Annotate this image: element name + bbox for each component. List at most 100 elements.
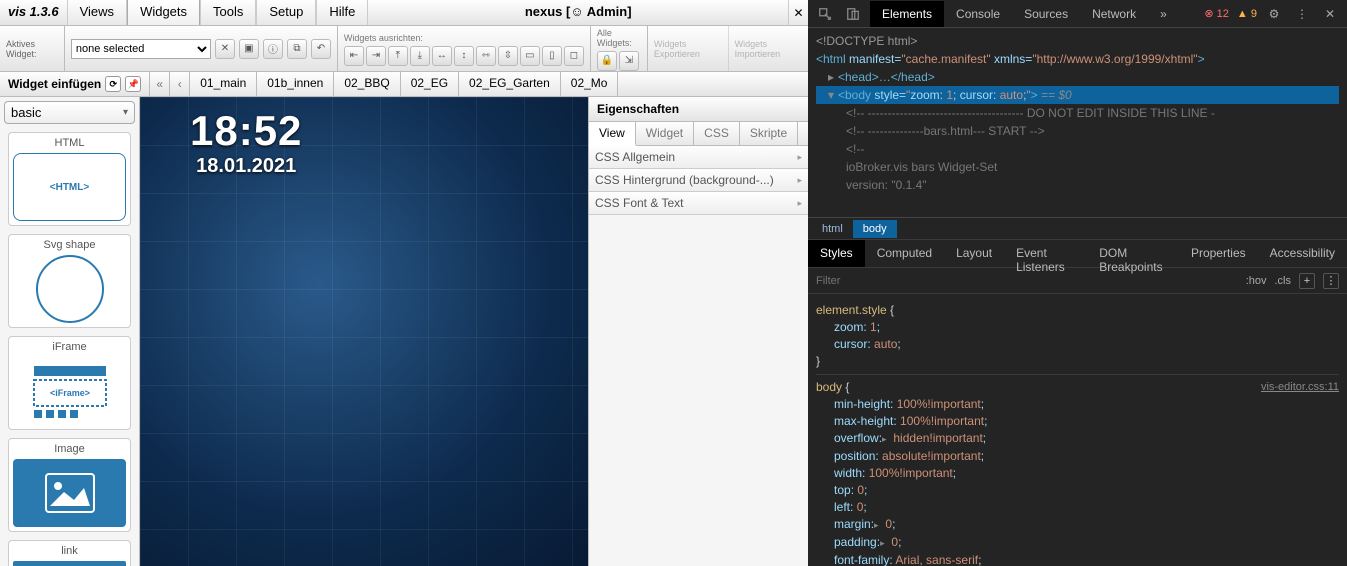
align-hcenter-icon[interactable]: ↔ bbox=[432, 46, 452, 66]
svg-text:<iFrame>: <iFrame> bbox=[49, 388, 89, 398]
info-icon[interactable]: ⓘ bbox=[263, 39, 283, 59]
prop-tab-view[interactable]: View bbox=[589, 122, 636, 146]
acc-css-hintergrund[interactable]: CSS Hintergrund (background-...) bbox=[589, 169, 808, 192]
nav-first-icon[interactable]: « bbox=[150, 72, 170, 96]
stab-styles[interactable]: Styles bbox=[808, 240, 865, 267]
close-icon[interactable]: ✕ bbox=[788, 0, 808, 25]
active-widget-label: Aktives Widget: bbox=[6, 39, 58, 59]
menu-setup[interactable]: Setup bbox=[256, 0, 316, 25]
stab-layout[interactable]: Layout bbox=[944, 240, 1004, 267]
copy-icon[interactable]: ⧉ bbox=[287, 39, 307, 59]
selected-node[interactable]: ▾<body style="zoom: 1; cursor: auto;"> =… bbox=[816, 86, 1339, 104]
dist-v-icon[interactable]: ⇳ bbox=[498, 46, 518, 66]
bc-body[interactable]: body bbox=[853, 220, 897, 238]
export-button[interactable]: Widgets Exportieren bbox=[648, 26, 729, 71]
devtab-network[interactable]: Network bbox=[1080, 1, 1148, 27]
properties-panel: Eigenschaften View Widget CSS Skripte CS… bbox=[588, 97, 808, 566]
devtools-topbar: Elements Console Sources Network » ⊗ 12 … bbox=[808, 0, 1347, 28]
refresh-icon[interactable]: ⟳ bbox=[105, 76, 121, 92]
devtab-console[interactable]: Console bbox=[944, 1, 1012, 27]
view-tab-01b-innen[interactable]: 01b_innen bbox=[257, 72, 334, 96]
widget-palette: basic HTML <HTML> Svg shape iFrame <iFra… bbox=[0, 97, 140, 566]
delete-widget-icon[interactable]: ✕ bbox=[215, 39, 235, 59]
prop-tab-css[interactable]: CSS bbox=[694, 122, 740, 145]
palette-svg-shape[interactable]: Svg shape bbox=[8, 234, 131, 328]
menu-widgets[interactable]: Widgets bbox=[127, 0, 200, 25]
prop-tab-widget[interactable]: Widget bbox=[636, 122, 694, 145]
same-size-icon[interactable]: ◻ bbox=[564, 46, 584, 66]
bc-html[interactable]: html bbox=[812, 220, 853, 238]
hov-toggle[interactable]: :hov bbox=[1246, 275, 1267, 287]
stab-a11y[interactable]: Accessibility bbox=[1258, 240, 1347, 267]
canvas[interactable]: 18:52 18.01.2021 bbox=[140, 97, 588, 566]
devtools-close-icon[interactable]: ✕ bbox=[1319, 3, 1341, 25]
align-left-icon[interactable]: ⇤ bbox=[344, 46, 364, 66]
nav-prev-icon[interactable]: ‹ bbox=[170, 72, 190, 96]
styles-filter-input[interactable] bbox=[816, 275, 1238, 287]
align-vcenter-icon[interactable]: ↕ bbox=[454, 46, 474, 66]
palette-iframe[interactable]: iFrame <iFrame> bbox=[8, 336, 131, 430]
acc-css-font[interactable]: CSS Font & Text bbox=[589, 192, 808, 215]
pin-icon[interactable]: 📌 bbox=[125, 76, 141, 92]
row3: Widget einfügen ⟳ 📌 « ‹ 01_main 01b_inne… bbox=[0, 72, 808, 97]
status-badges[interactable]: ⊗ 12 ▲ 9 bbox=[1204, 7, 1257, 20]
category-select[interactable]: basic bbox=[4, 101, 135, 124]
css-rules[interactable]: element.style { zoom: 1; cursor: auto; }… bbox=[808, 294, 1347, 566]
app-title: vis 1.3.6 bbox=[0, 0, 67, 25]
active-widget-select[interactable]: none selected bbox=[71, 39, 211, 59]
import-button[interactable]: Widgets Importieren bbox=[729, 26, 808, 71]
view-tab-02-eg-garten[interactable]: 02_EG_Garten bbox=[459, 72, 561, 96]
stab-props[interactable]: Properties bbox=[1179, 240, 1258, 267]
prop-tab-skripte[interactable]: Skripte bbox=[740, 122, 798, 145]
stab-events[interactable]: Event Listeners bbox=[1004, 240, 1087, 267]
error-badge[interactable]: ⊗ 12 bbox=[1204, 7, 1229, 20]
gear-icon[interactable]: ⚙ bbox=[1263, 3, 1285, 25]
warning-badge[interactable]: ▲ 9 bbox=[1237, 8, 1257, 20]
clipboard-icon[interactable]: ▣ bbox=[239, 39, 259, 59]
styles-more-icon[interactable]: ⋮ bbox=[1323, 273, 1339, 289]
palette-html[interactable]: HTML <HTML> bbox=[8, 132, 131, 226]
view-tab-01-main[interactable]: 01_main bbox=[190, 72, 257, 96]
palette-link[interactable]: link www.link.net bbox=[8, 540, 131, 566]
same-width-icon[interactable]: ▭ bbox=[520, 46, 540, 66]
align-bottom-icon[interactable]: ⤓ bbox=[410, 46, 430, 66]
view-tab-02-eg[interactable]: 02_EG bbox=[401, 72, 459, 96]
align-group: Widgets ausrichten: ⇤ ⇥ ⤒ ⤓ ↔ ↕ ⇿ ⇳ ▭ ▯ … bbox=[338, 26, 591, 71]
devtab-sources[interactable]: Sources bbox=[1012, 1, 1080, 27]
devtools: Elements Console Sources Network » ⊗ 12 … bbox=[808, 0, 1347, 566]
acc-css-allgemein[interactable]: CSS Allgemein bbox=[589, 146, 808, 169]
palette-image[interactable]: Image bbox=[8, 438, 131, 532]
device-icon[interactable] bbox=[842, 3, 864, 25]
align-top-icon[interactable]: ⤒ bbox=[388, 46, 408, 66]
styles-pane: Styles Computed Layout Event Listeners D… bbox=[808, 240, 1347, 566]
stab-computed[interactable]: Computed bbox=[865, 240, 944, 267]
undo-icon[interactable]: ↶ bbox=[311, 39, 331, 59]
view-tab-02-bbq[interactable]: 02_BBQ bbox=[334, 72, 400, 96]
menu-help[interactable]: Hilfe bbox=[316, 0, 368, 25]
dom-breadcrumb: html body bbox=[808, 218, 1347, 240]
stab-dombp[interactable]: DOM Breakpoints bbox=[1087, 240, 1179, 267]
cls-toggle[interactable]: .cls bbox=[1275, 275, 1292, 287]
main-content: basic HTML <HTML> Svg shape iFrame <iFra… bbox=[0, 97, 808, 566]
view-tab-02-mo[interactable]: 02_Mo bbox=[561, 72, 619, 96]
menu-tools[interactable]: Tools bbox=[200, 0, 256, 25]
devtab-elements[interactable]: Elements bbox=[870, 1, 944, 27]
dom-tree[interactable]: <!DOCTYPE html> <html manifest="cache.ma… bbox=[808, 28, 1347, 218]
unlock-icon[interactable]: ⇲ bbox=[619, 51, 639, 71]
menu-views[interactable]: Views bbox=[67, 0, 127, 25]
lock-icon[interactable]: 🔒 bbox=[597, 51, 617, 71]
workspace-title: nexus [☺ Admin] bbox=[368, 0, 788, 25]
toolbar: Aktives Widget: none selected ✕ ▣ ⓘ ⧉ ↶ … bbox=[0, 26, 808, 72]
devtab-more-icon[interactable]: » bbox=[1148, 1, 1179, 27]
new-style-icon[interactable]: + bbox=[1299, 273, 1315, 289]
menubar: vis 1.3.6 Views Widgets Tools Setup Hilf… bbox=[0, 0, 808, 26]
clock-widget[interactable]: 18:52 18.01.2021 bbox=[190, 107, 302, 178]
dist-h-icon[interactable]: ⇿ bbox=[476, 46, 496, 66]
source-link[interactable]: vis-editor.css:11 bbox=[1261, 379, 1339, 396]
inspect-icon[interactable] bbox=[814, 3, 836, 25]
insert-widget-label: Widget einfügen ⟳ 📌 bbox=[0, 72, 150, 96]
kebab-icon[interactable]: ⋮ bbox=[1291, 3, 1313, 25]
view-tabs: « ‹ 01_main 01b_innen 02_BBQ 02_EG 02_EG… bbox=[150, 72, 808, 96]
same-height-icon[interactable]: ▯ bbox=[542, 46, 562, 66]
align-right-icon[interactable]: ⇥ bbox=[366, 46, 386, 66]
